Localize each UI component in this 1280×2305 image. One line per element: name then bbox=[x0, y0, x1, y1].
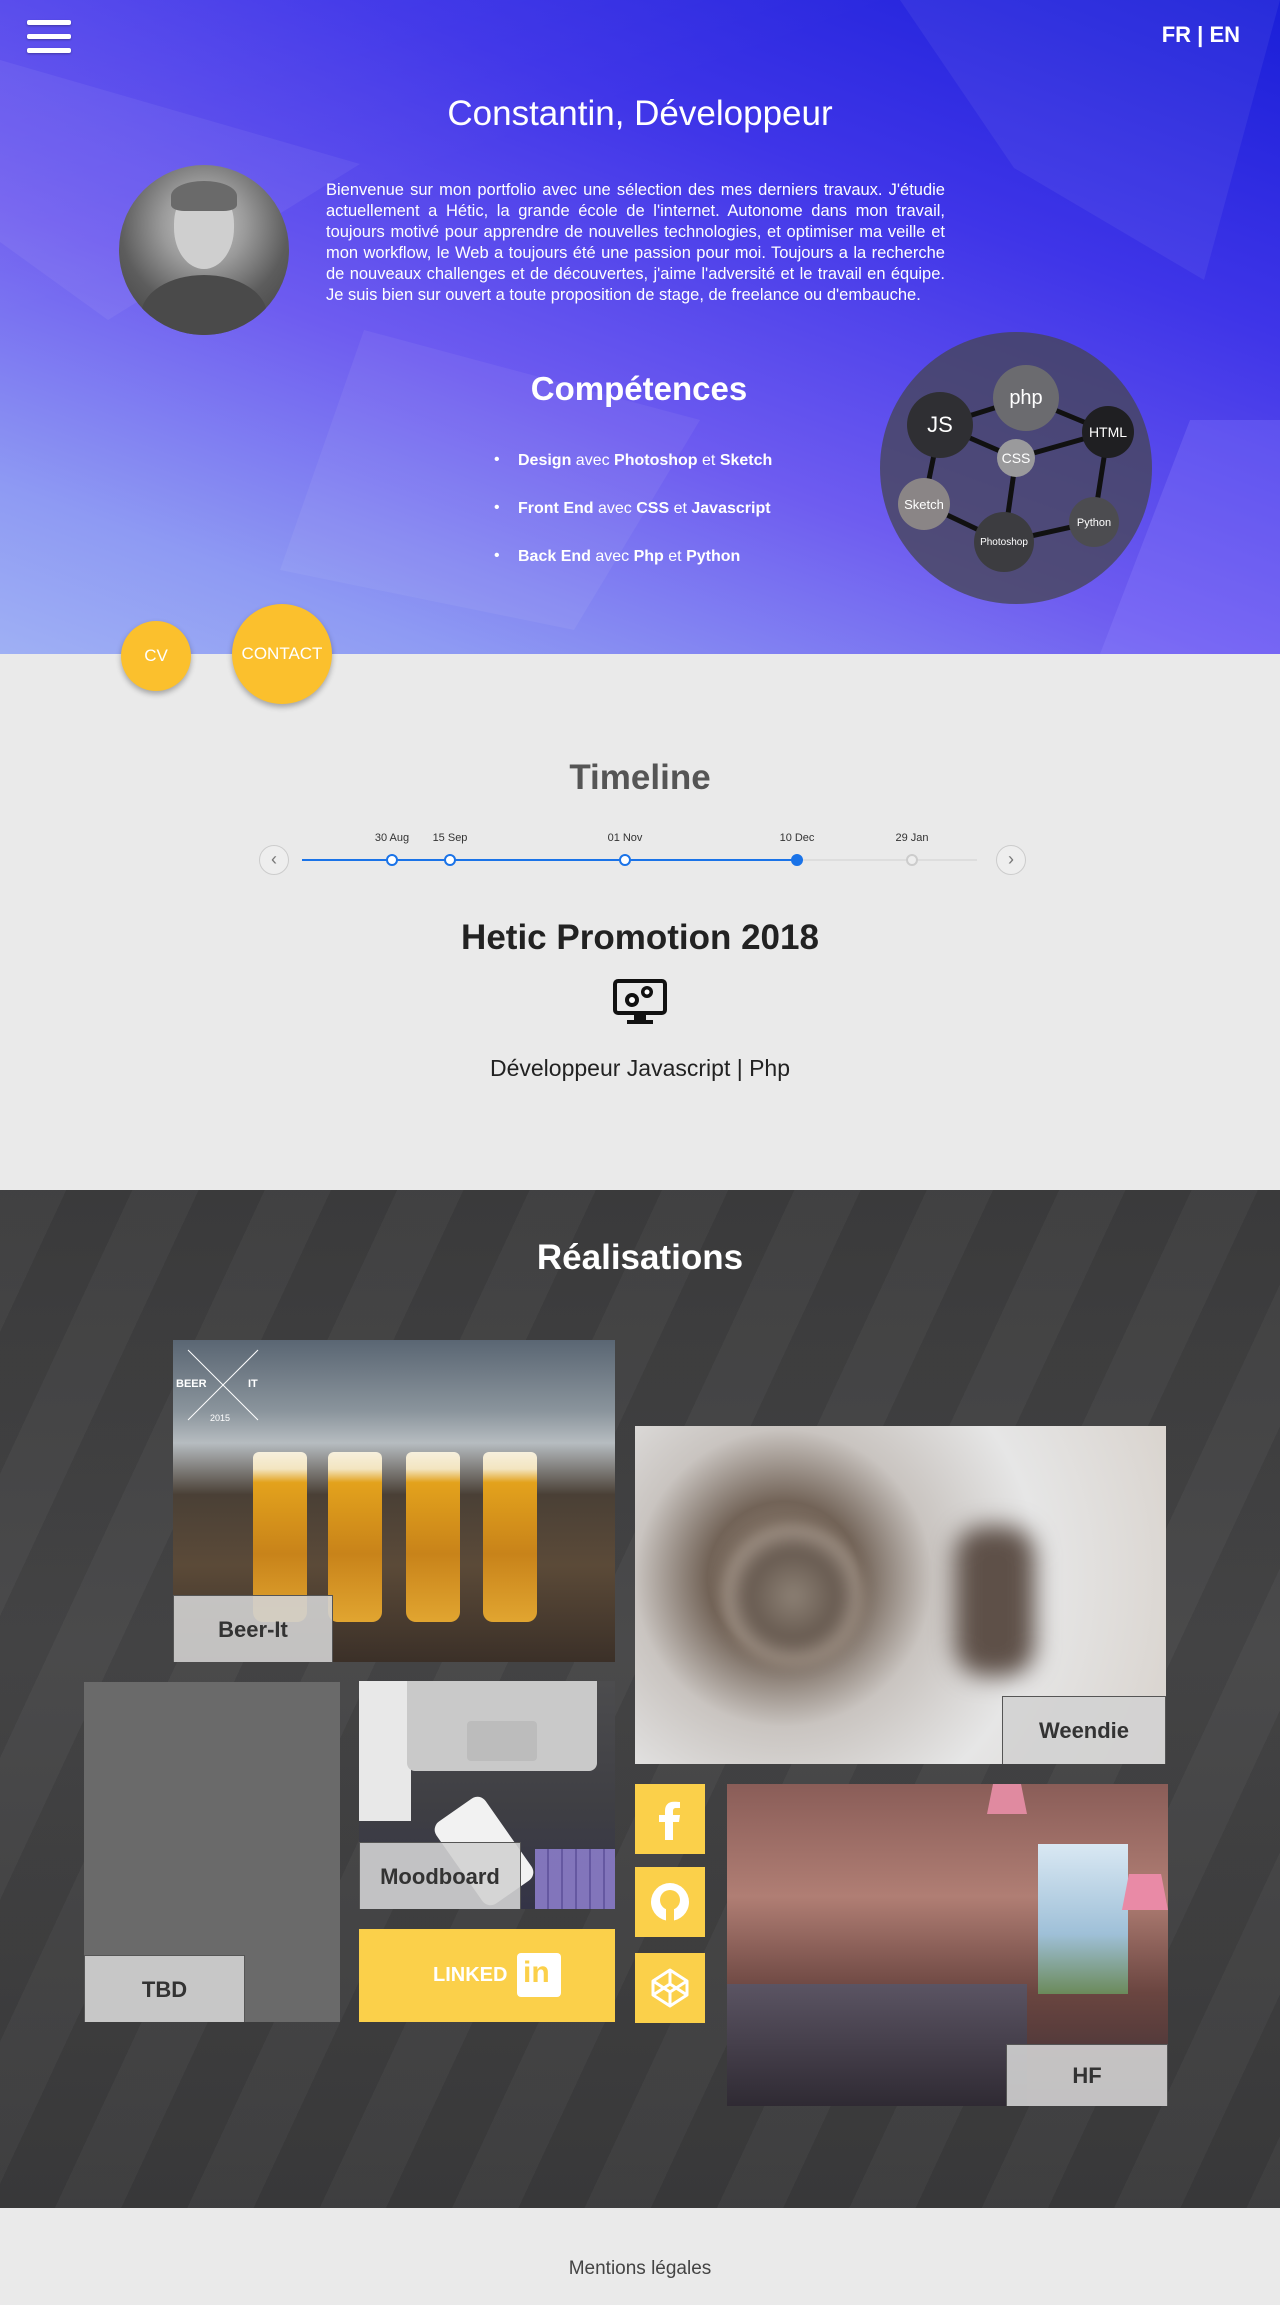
bubble-label: CSS bbox=[1002, 450, 1031, 466]
hero-section: FR | EN Constantin, Développeur Bienvenu… bbox=[0, 0, 1280, 654]
project-tile-hf[interactable]: HF bbox=[727, 1784, 1168, 2106]
linkedin-label: LINKED bbox=[433, 1964, 508, 1986]
menu-bar bbox=[27, 34, 71, 39]
hf-window bbox=[1038, 1844, 1128, 1994]
contact-button[interactable]: CONTACT bbox=[232, 604, 332, 704]
bubble-label: JS bbox=[927, 412, 953, 437]
codepen-icon bbox=[651, 1968, 689, 2008]
bubble-label: Python bbox=[1077, 517, 1111, 529]
menu-button[interactable] bbox=[27, 20, 71, 60]
skills-bubble-svg: php JS HTML CSS Sketch Python Photoshop bbox=[898, 365, 1134, 572]
lang-fr-link[interactable]: FR bbox=[1162, 22, 1191, 47]
timeline-dot-active[interactable] bbox=[791, 854, 803, 866]
legal-notice-link[interactable]: Mentions légales bbox=[569, 2258, 712, 2280]
moodboard-laptop bbox=[407, 1681, 597, 1771]
menu-bar bbox=[27, 48, 71, 53]
timeline-prev-button[interactable]: ‹ bbox=[259, 845, 289, 875]
bio-text: Bienvenue sur mon portfolio avec une sél… bbox=[326, 181, 945, 304]
moodboard-cubes bbox=[535, 1849, 615, 1909]
realisations-title: Réalisations bbox=[536, 1238, 744, 1277]
project-label: HF bbox=[1006, 2044, 1168, 2106]
hf-lamp bbox=[1122, 1874, 1168, 1910]
project-tile-moodboard[interactable]: Moodboard bbox=[359, 1681, 615, 1909]
skills-title: Compétences bbox=[530, 370, 748, 407]
lang-en-link[interactable]: EN bbox=[1209, 22, 1240, 47]
timeline-date[interactable]: 10 Dec bbox=[780, 832, 815, 844]
lang-separator: | bbox=[1191, 22, 1210, 47]
beer-glass bbox=[483, 1452, 537, 1622]
timeline-date[interactable]: 15 Sep bbox=[433, 832, 468, 844]
hf-bed bbox=[727, 1984, 1027, 2106]
language-switcher: FR | EN bbox=[1162, 22, 1240, 48]
bubble-label: Photoshop bbox=[980, 537, 1028, 548]
chevron-left-icon: ‹ bbox=[271, 849, 277, 869]
linkedin-icon: in bbox=[517, 1953, 561, 1997]
facebook-button[interactable] bbox=[635, 1784, 705, 1854]
timeline-title: Timeline bbox=[569, 758, 711, 797]
project-label: TBD bbox=[84, 1955, 245, 2022]
chevron-right-icon: › bbox=[1008, 849, 1014, 869]
bubble-label: Sketch bbox=[904, 497, 944, 512]
project-tile-weendie[interactable]: Weendie bbox=[635, 1426, 1166, 1764]
bubble-label: HTML bbox=[1089, 424, 1127, 440]
realisations-section: Réalisations BEER IT 2015 Beer-It Weendi… bbox=[0, 1190, 1280, 2208]
computer-gears-icon bbox=[612, 978, 668, 1026]
skills-bubble-graph: php JS HTML CSS Sketch Python Photoshop bbox=[880, 332, 1152, 604]
timeline-date[interactable]: 30 Aug bbox=[375, 832, 409, 844]
timeline-date[interactable]: 01 Nov bbox=[608, 832, 643, 844]
avatar-body bbox=[141, 275, 267, 335]
cv-button[interactable]: CV bbox=[121, 621, 191, 691]
beer-it-logo: BEER IT 2015 bbox=[173, 1340, 263, 1430]
timeline-dot[interactable] bbox=[444, 854, 456, 866]
timeline-dot[interactable] bbox=[906, 854, 918, 866]
timeline-dot[interactable] bbox=[619, 854, 631, 866]
facebook-icon bbox=[659, 1801, 680, 1840]
page-title: Constantin, Développeur bbox=[447, 94, 833, 133]
skill-item: Back End avec Php et Python bbox=[494, 547, 772, 566]
timeline-dot[interactable] bbox=[386, 854, 398, 866]
skills-list: Design avec Photoshop et Sketch Front En… bbox=[494, 451, 772, 596]
bubble-label: php bbox=[1009, 387, 1042, 409]
project-label: Weendie bbox=[1002, 1696, 1166, 1764]
project-tile-beer-it[interactable]: BEER IT 2015 Beer-It bbox=[173, 1340, 615, 1662]
project-tile-tbd[interactable]: TBD bbox=[84, 1682, 340, 2022]
codepen-button[interactable] bbox=[635, 1953, 705, 2023]
menu-bar bbox=[27, 20, 71, 25]
timeline-date[interactable]: 29 Jan bbox=[895, 832, 928, 844]
timeline-progress bbox=[302, 859, 797, 861]
github-icon bbox=[651, 1883, 689, 1922]
project-label: Beer-It bbox=[173, 1595, 333, 1662]
footer: Mentions légales bbox=[0, 2208, 1280, 2305]
github-button[interactable] bbox=[635, 1867, 705, 1937]
skill-item: Design avec Photoshop et Sketch bbox=[494, 451, 772, 470]
timeline-next-button[interactable]: › bbox=[996, 845, 1026, 875]
avatar-hair bbox=[171, 181, 237, 211]
avatar bbox=[119, 165, 289, 335]
timeline-event-subtitle: Développeur Javascript | Php bbox=[489, 1055, 791, 1081]
beer-glass bbox=[328, 1452, 382, 1622]
beer-glass bbox=[406, 1452, 460, 1622]
moodboard-paper bbox=[359, 1681, 411, 1821]
skill-item: Front End avec CSS et Javascript bbox=[494, 499, 772, 518]
project-label: Moodboard bbox=[359, 1842, 521, 1909]
hf-lamp bbox=[987, 1784, 1027, 1814]
timeline-event-title: Hetic Promotion 2018 bbox=[461, 918, 819, 957]
linkedin-tile[interactable]: LINKED in bbox=[359, 1929, 615, 2022]
